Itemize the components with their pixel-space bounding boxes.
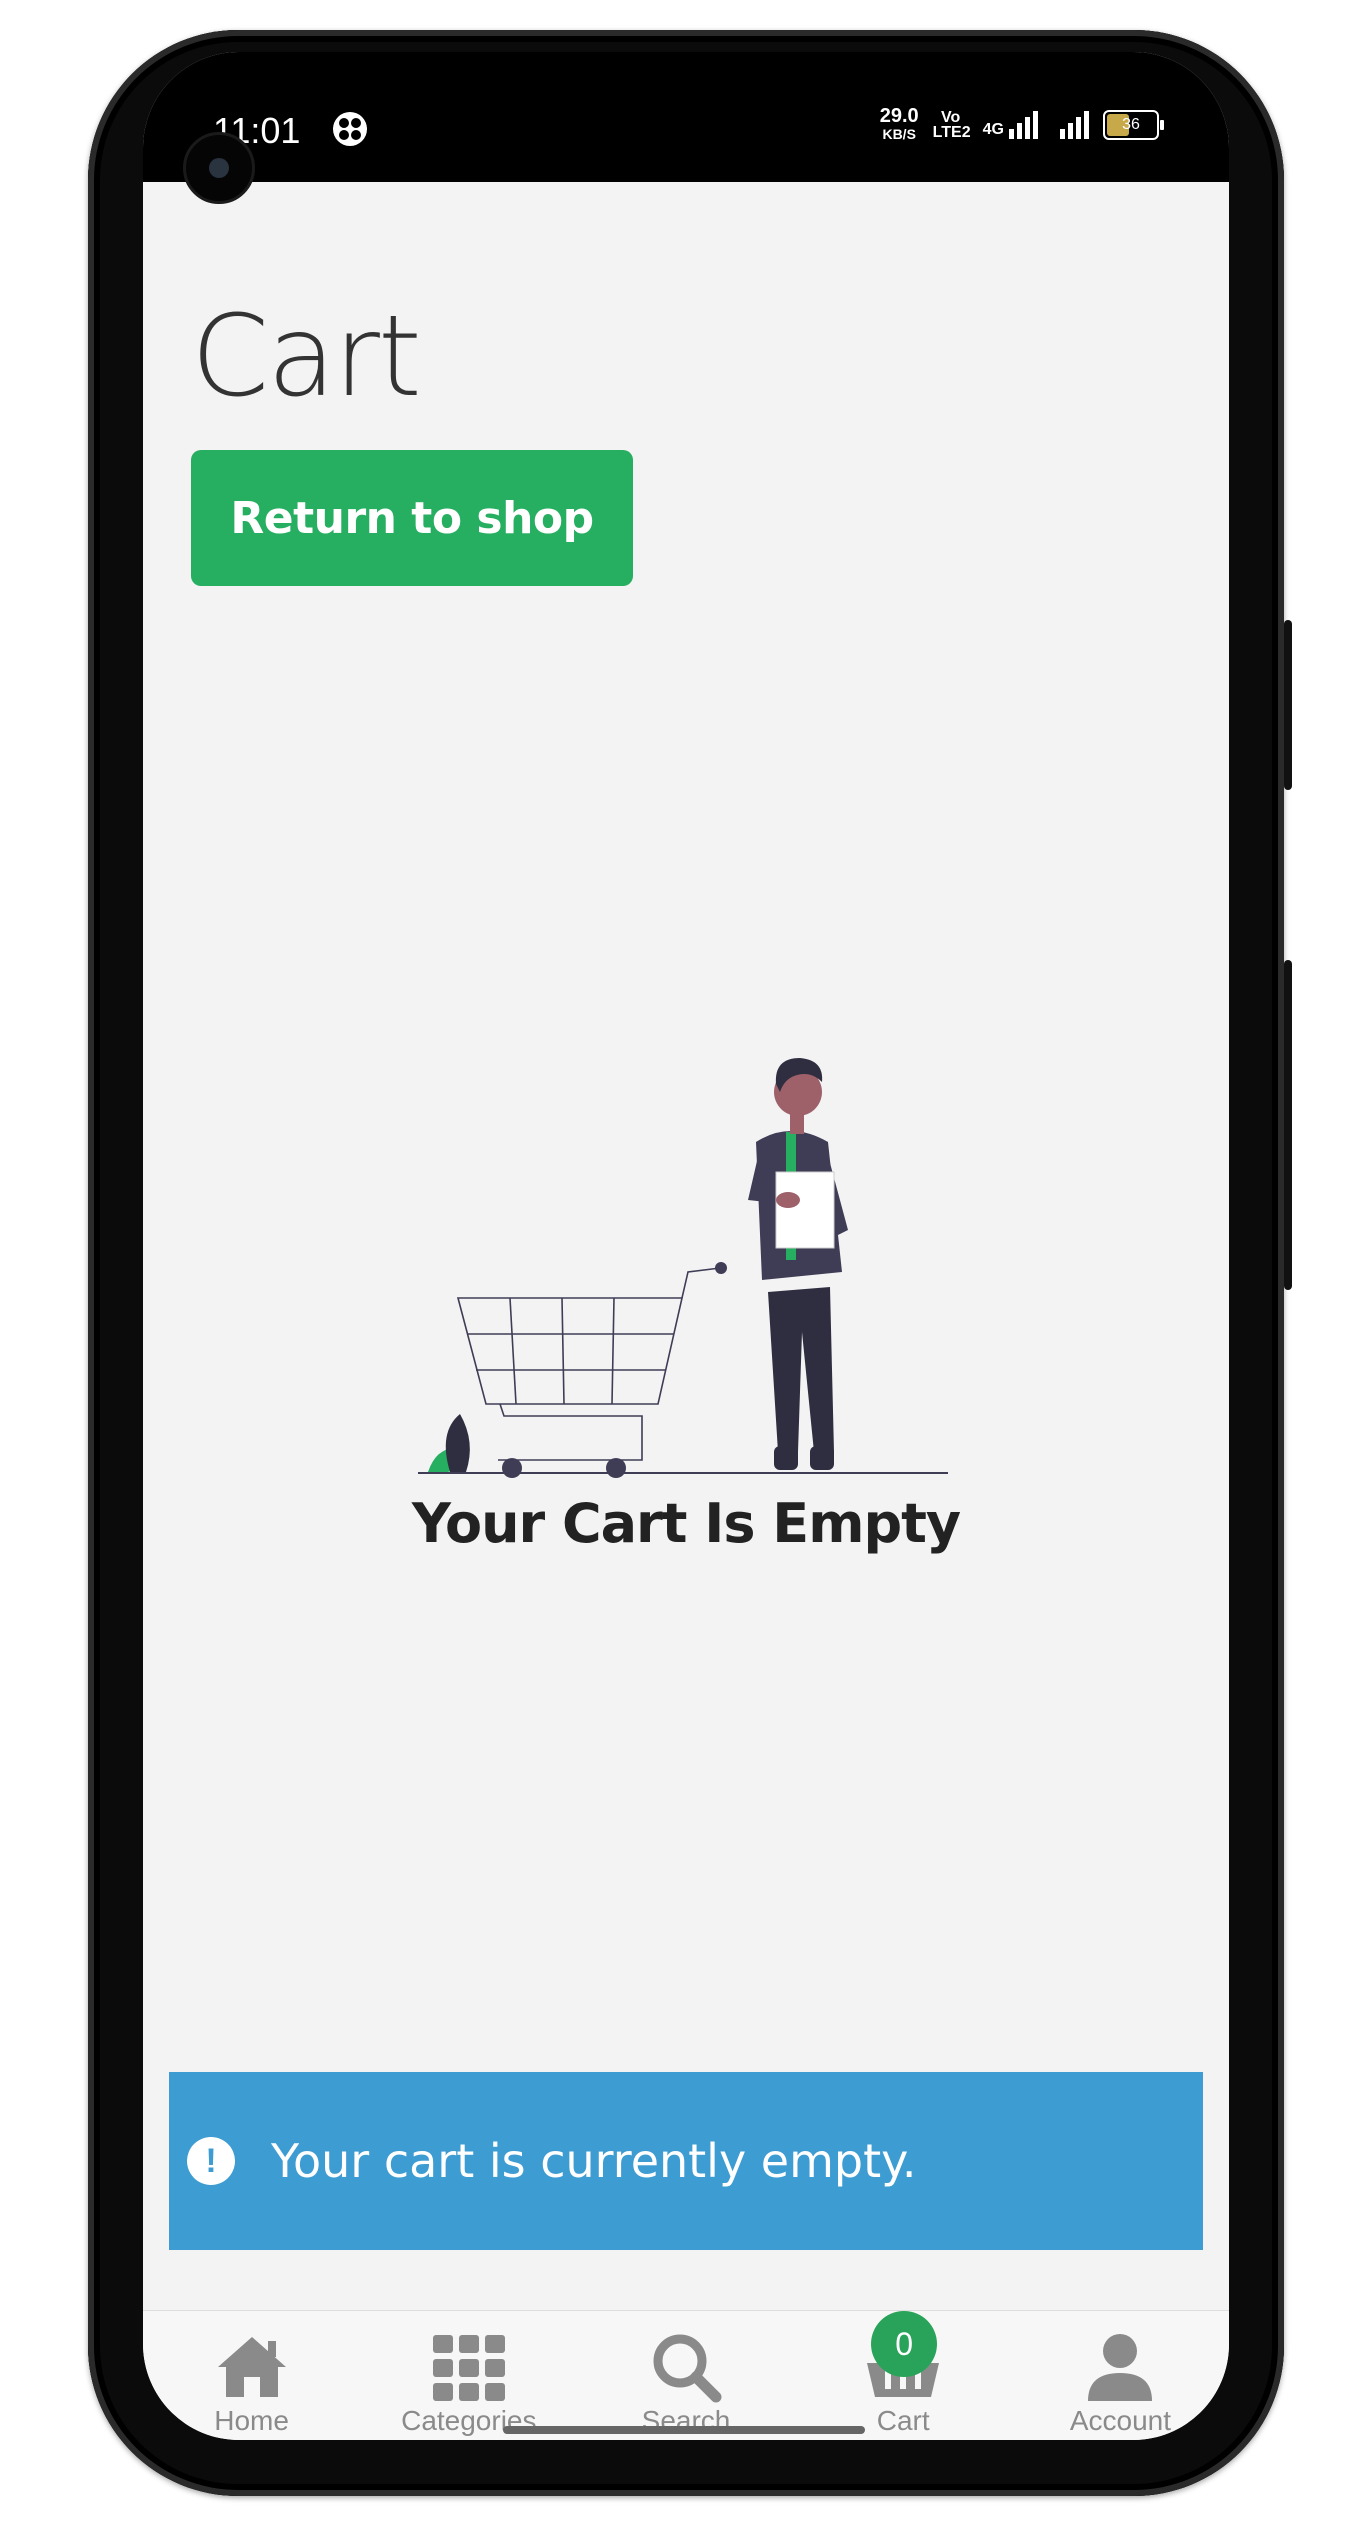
empty-cart-heading: Your Cart Is Empty [411, 1492, 961, 1555]
tab-home[interactable]: Home [143, 2311, 360, 2440]
page-content: Cart Return to shop Your Cart Is Empty !… [143, 182, 1229, 2310]
user-icon [1088, 2334, 1153, 2401]
signal-4g-icon: 4G [983, 111, 1038, 139]
volte-indicator: Vo LTE2 [932, 109, 971, 141]
status-bar: 11:01 29.0 KB/S Vo LTE2 4G 36 [143, 52, 1229, 204]
speed-value: 29.0 [879, 105, 919, 127]
power-button [1284, 960, 1292, 1290]
search-icon [653, 2334, 722, 2403]
notice-text: Your cart is currently empty. [271, 2134, 917, 2188]
tab-account[interactable]: Account [1012, 2311, 1229, 2440]
battery-level: 36 [1122, 116, 1140, 133]
tab-home-label: Home [214, 2405, 289, 2436]
network-type: 4G [982, 121, 1004, 138]
tab-search[interactable]: Search [577, 2311, 794, 2440]
battery-icon: 36 [1103, 110, 1164, 140]
signal-icon [1060, 111, 1089, 139]
front-camera [183, 132, 255, 204]
tab-cart-label: Cart [876, 2405, 930, 2436]
grid-icon [432, 2335, 505, 2401]
home-indicator[interactable] [503, 2426, 865, 2434]
cart-count-badge: 0 [871, 2311, 938, 2377]
cart-empty-notice: ! Your cart is currently empty. [169, 2072, 1203, 2250]
home-icon [217, 2337, 286, 2397]
status-icons: 29.0 KB/S Vo LTE2 4G 36 [879, 105, 1164, 143]
volume-button [1284, 620, 1292, 790]
tab-categories[interactable]: Categories [360, 2311, 577, 2440]
notification-app-icon [333, 112, 367, 146]
screen: 11:01 29.0 KB/S Vo LTE2 4G 36 Cart Retur… [143, 52, 1229, 2440]
speed-unit: KB/S [882, 126, 916, 142]
bottom-tab-bar: Home Categories Search 0 Cart Account [143, 2310, 1229, 2440]
page-title: Cart [191, 292, 422, 422]
empty-cart-illustration [418, 1058, 948, 1478]
network-speed: 29.0 KB/S [879, 105, 919, 143]
tab-account-label: Account [1069, 2405, 1171, 2436]
info-exclamation-icon: ! [187, 2137, 235, 2185]
tab-cart[interactable]: 0 Cart [795, 2311, 1012, 2440]
return-to-shop-button[interactable]: Return to shop [191, 450, 633, 586]
